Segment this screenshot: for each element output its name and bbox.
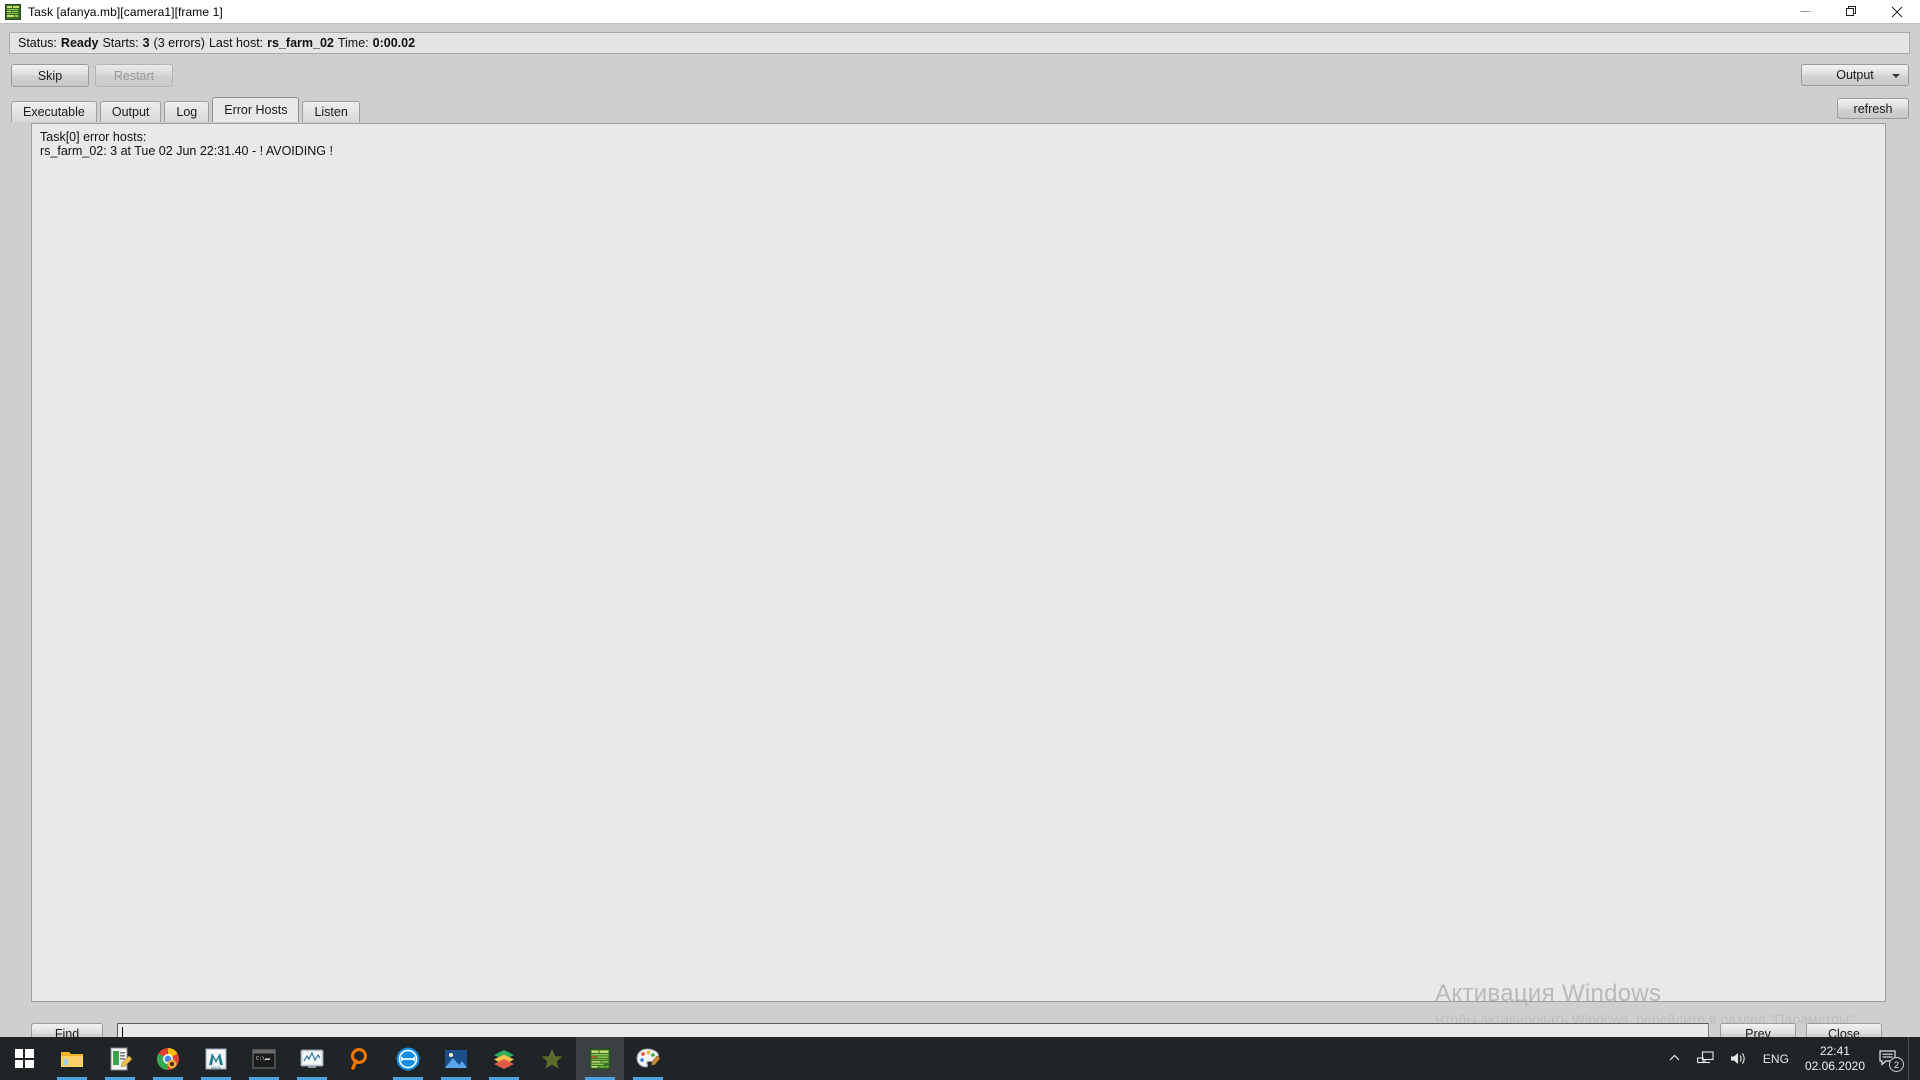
notification-count-badge: 2: [1889, 1057, 1904, 1072]
system-monitor-icon: [300, 1049, 324, 1068]
status-bar: Status: Ready Starts: 3 (3 errors) Last host:…: [9, 32, 1910, 54]
restore-icon[interactable]: [1828, 0, 1874, 23]
taskbar-item-teamviewer[interactable]: [384, 1037, 432, 1080]
chevron-up-icon[interactable]: [1660, 1037, 1689, 1080]
clock-time: 22:41: [1819, 1043, 1850, 1058]
restart-button[interactable]: Restart: [95, 64, 173, 87]
taskbar-item-file-explorer[interactable]: [48, 1037, 96, 1080]
taskbar-item-render-task-manager[interactable]: [576, 1037, 624, 1080]
window-controls: [1782, 0, 1920, 23]
window-title: Task [afanya.mb][camera1][frame 1]: [28, 4, 223, 19]
content-line: rs_farm_02: 3 at Tue 02 Jun 22:31.40 - !…: [40, 144, 333, 158]
tab-executable[interactable]: Executable: [11, 101, 97, 122]
error-hosts-content[interactable]: Task[0] error hosts: rs_farm_02: 3 at Tu…: [31, 123, 1886, 1002]
photo-viewer-icon: [445, 1049, 467, 1068]
chevron-down-icon: [1892, 74, 1900, 78]
star-icon: [541, 1048, 563, 1069]
render-task-manager-icon: [589, 1048, 611, 1069]
taskbar-item-notepad-editor[interactable]: [96, 1037, 144, 1080]
file-explorer-icon: [61, 1051, 83, 1067]
taskbar-item-system-monitor[interactable]: [288, 1037, 336, 1080]
last-host-label: Last host:: [208, 36, 264, 50]
content-line: Task[0] error hosts:: [40, 130, 147, 144]
command-prompt-icon: C:\: [252, 1049, 276, 1068]
refresh-button[interactable]: refresh: [1837, 98, 1909, 119]
clock-date: 02.06.2020: [1804, 1058, 1865, 1073]
window-body: Status: Ready Starts: 3 (3 errors) Last host:…: [0, 23, 1920, 1057]
taskbar-item-books-library[interactable]: [480, 1037, 528, 1080]
paint-palette-icon: [636, 1047, 661, 1068]
tab-output[interactable]: Output: [99, 101, 162, 122]
action-row: Skip Restart Output: [0, 64, 1920, 90]
tab-error-hosts[interactable]: Error Hosts: [212, 97, 300, 122]
google-chrome-icon: [157, 1047, 179, 1070]
close-icon[interactable]: [1874, 0, 1920, 23]
status-value: Ready: [60, 36, 99, 50]
network-icon[interactable]: [1689, 1037, 1722, 1080]
starts-value: 3: [142, 36, 150, 50]
svg-text:C:\: C:\: [256, 1056, 265, 1062]
search-icon: [351, 1047, 367, 1070]
last-host-value: rs_farm_02: [267, 36, 334, 50]
volume-icon[interactable]: [1722, 1037, 1755, 1080]
taskbar-item-star-app[interactable]: [528, 1037, 576, 1080]
minimize-icon[interactable]: [1782, 0, 1828, 23]
starts-label: Starts:: [102, 36, 139, 50]
errors-note: (3 errors): [153, 36, 205, 50]
taskbar-item-search-everything[interactable]: [336, 1037, 384, 1080]
render-task-icon: [5, 3, 21, 20]
clock[interactable]: 22:41 02.06.2020: [1797, 1044, 1873, 1074]
taskbar-item-google-chrome[interactable]: [144, 1037, 192, 1080]
tab-strip: Executable Output Log Error Hosts Listen: [11, 96, 363, 122]
books-icon: [494, 1049, 514, 1069]
teamviewer-icon: [396, 1047, 420, 1070]
taskbar-item-autodesk-maya[interactable]: MAYA: [192, 1037, 240, 1080]
taskbar-items: MAYA C:\: [48, 1037, 672, 1080]
notepad-editor-icon: [110, 1047, 133, 1070]
taskbar-item-command-prompt[interactable]: C:\: [240, 1037, 288, 1080]
window-title-bar[interactable]: Task [afanya.mb][camera1][frame 1]: [0, 0, 1920, 23]
skip-button[interactable]: Skip: [11, 64, 89, 87]
notifications-icon[interactable]: 2: [1873, 1037, 1908, 1080]
taskbar-item-photo-viewer[interactable]: [432, 1037, 480, 1080]
time-value: 0:00.02: [372, 36, 416, 50]
status-label: Status:: [18, 36, 57, 50]
tab-log[interactable]: Log: [164, 101, 210, 122]
tab-row: Executable Output Log Error Hosts Listen…: [0, 96, 1920, 122]
windows-start-icon[interactable]: [0, 1037, 48, 1080]
windows-taskbar: MAYA C:\ ENG 22:41 02.06.2020 2: [0, 1037, 1920, 1080]
system-tray: ENG 22:41 02.06.2020 2: [1660, 1037, 1920, 1080]
output-select-value: Output: [1836, 68, 1874, 82]
svg-text:MAYA: MAYA: [211, 1066, 221, 1070]
time-label: Time:: [337, 36, 369, 50]
language-indicator[interactable]: ENG: [1755, 1052, 1797, 1066]
taskbar-item-paint-app[interactable]: [624, 1037, 672, 1080]
output-select[interactable]: Output: [1801, 64, 1909, 86]
tab-listen[interactable]: Listen: [302, 101, 360, 122]
show-desktop-button[interactable]: [1908, 1037, 1916, 1080]
autodesk-maya-icon: MAYA: [205, 1048, 227, 1070]
